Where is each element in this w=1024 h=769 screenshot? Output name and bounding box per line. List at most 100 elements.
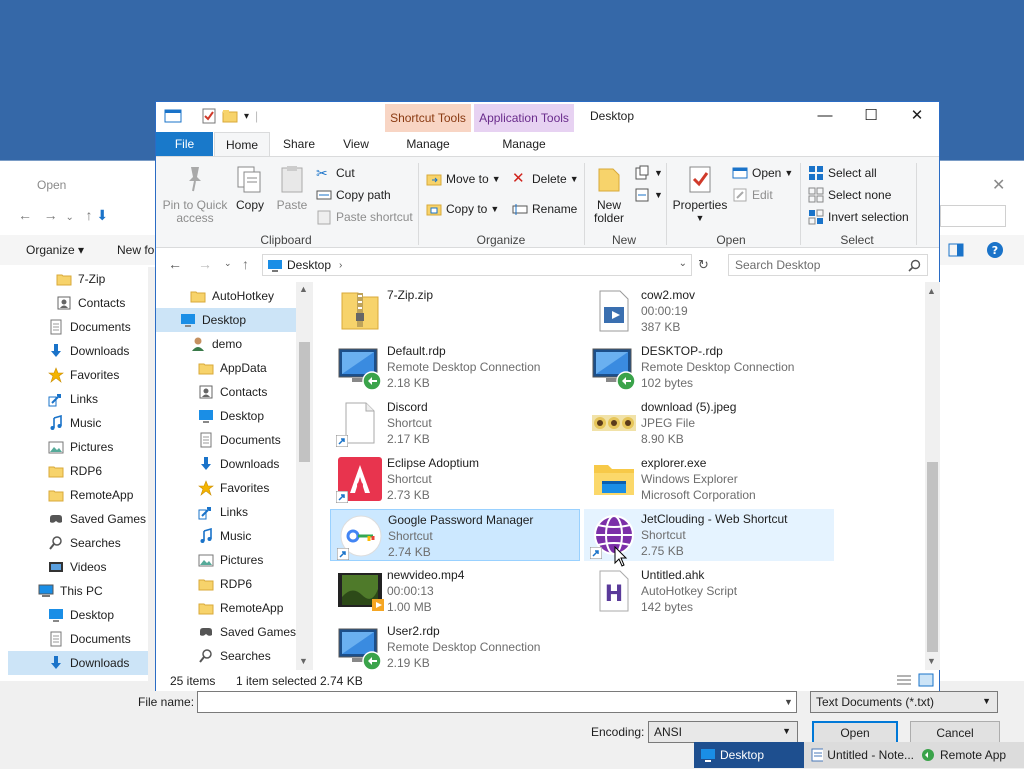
- file-tile[interactable]: H Untitled.ahk AutoHotkey Script 142 bytes: [584, 565, 834, 617]
- scroll-down-icon[interactable]: ▼: [299, 656, 308, 666]
- new-folder-button[interactable]: New folder: [590, 163, 628, 225]
- select-all-button[interactable]: Select all: [808, 165, 877, 181]
- open-nav-item[interactable]: Links: [8, 387, 98, 411]
- nav-item[interactable]: Links: [156, 500, 248, 524]
- file-tile[interactable]: Google Password Manager Shortcut 2.74 KB: [330, 509, 580, 561]
- paste-shortcut-button[interactable]: Paste shortcut: [316, 209, 413, 225]
- copy-button[interactable]: Copy: [232, 163, 268, 212]
- open-nav-item[interactable]: Searches: [8, 531, 121, 555]
- organize-button[interactable]: Organize ▾: [26, 243, 84, 257]
- chevron-down-icon[interactable]: ⌄: [679, 258, 687, 269]
- new-folder-icon[interactable]: [222, 109, 238, 123]
- tab-share[interactable]: Share: [274, 132, 324, 156]
- open-button-ribbon[interactable]: Open ▼: [732, 165, 793, 181]
- file-tile[interactable]: Discord Shortcut 2.17 KB: [330, 397, 580, 449]
- open-nav-item[interactable]: Contacts: [8, 291, 125, 315]
- nav-scrollbar[interactable]: [296, 282, 313, 670]
- taskbar-item-notepad[interactable]: Untitled - Note...: [808, 742, 914, 768]
- open-search-input[interactable]: [940, 205, 1006, 227]
- details-view-icon[interactable]: [896, 673, 912, 687]
- nav-item[interactable]: Music: [156, 524, 251, 548]
- file-tile[interactable]: newvideo.mp4 00:00:13 1.00 MB: [330, 565, 580, 617]
- edit-button[interactable]: Edit: [732, 187, 773, 203]
- qat-dropdown-icon[interactable]: ▾: [244, 111, 249, 122]
- tab-view[interactable]: View: [328, 132, 384, 156]
- nav-item[interactable]: AutoHotkey: [156, 284, 274, 308]
- chevron-down-icon[interactable]: ▼: [784, 697, 793, 707]
- tab-manage-application[interactable]: Manage: [474, 132, 574, 156]
- file-tile[interactable]: DESKTOP-.rdp Remote Desktop Connection 102…: [584, 341, 834, 393]
- properties-icon[interactable]: [202, 108, 216, 124]
- large-icons-view-icon[interactable]: [918, 673, 934, 687]
- forward-arrow-icon[interactable]: →: [198, 256, 212, 272]
- open-nav-item[interactable]: RemoteApp: [8, 483, 133, 507]
- minimize-button[interactable]: —: [802, 102, 848, 132]
- scroll-down-icon[interactable]: ▼: [927, 656, 936, 666]
- nav-item[interactable]: RDP6: [156, 572, 252, 596]
- open-nav-item[interactable]: 7-Zip: [8, 267, 105, 291]
- move-to-button[interactable]: Move to ▼: [426, 171, 501, 187]
- filetype-select[interactable]: Text Documents (*.txt) ▼: [810, 691, 998, 713]
- open-nav-item[interactable]: Saved Games: [8, 507, 146, 531]
- address-bar[interactable]: Desktop › ⌄: [262, 254, 692, 276]
- chevron-right-icon[interactable]: ›: [339, 260, 342, 271]
- nav-item[interactable]: Desktop: [156, 404, 264, 428]
- delete-button[interactable]: ✕ Delete ▼: [512, 171, 579, 187]
- file-tile[interactable]: Default.rdp Remote Desktop Connection 2.18…: [330, 341, 580, 393]
- nav-item[interactable]: Favorites: [156, 476, 269, 500]
- nav-item[interactable]: Searches: [156, 644, 271, 668]
- up-arrow-icon[interactable]: ↑: [242, 256, 249, 272]
- nav-item[interactable]: Contacts: [156, 380, 267, 404]
- nav-item[interactable]: RemoteApp: [156, 596, 283, 620]
- maximize-button[interactable]: ☐: [848, 102, 894, 132]
- file-tile[interactable]: User2.rdp Remote Desktop Connection 2.19 K…: [330, 621, 580, 670]
- cut-button[interactable]: ✂ Cut: [316, 165, 355, 181]
- nav-item[interactable]: Desktop: [156, 308, 296, 332]
- new-item-button[interactable]: ▼: [634, 165, 663, 181]
- new-folder-button[interactable]: New fo: [117, 243, 154, 257]
- nav-item[interactable]: AppData: [156, 356, 267, 380]
- nav-item[interactable]: Documents: [156, 428, 281, 452]
- file-tile[interactable]: cow2.mov 00:00:19 387 KB: [584, 285, 834, 337]
- encoding-select[interactable]: ANSI ▼: [648, 721, 798, 743]
- preview-pane-icon[interactable]: [948, 243, 964, 257]
- file-tile[interactable]: Eclipse Adoptium Shortcut 2.73 KB: [330, 453, 580, 505]
- open-nav-item[interactable]: Downloads: [8, 651, 148, 675]
- close-icon[interactable]: ✕: [992, 175, 1005, 195]
- back-arrow-icon[interactable]: ←: [168, 256, 182, 272]
- open-nav-item[interactable]: Music: [8, 411, 101, 435]
- copy-path-button[interactable]: Copy path: [316, 187, 391, 203]
- help-icon[interactable]: ?: [986, 241, 1004, 259]
- file-tile[interactable]: 7-Zip.zip: [330, 285, 580, 337]
- open-nav-item[interactable]: Downloads: [8, 339, 129, 363]
- content-scrollbar-thumb[interactable]: [927, 462, 938, 652]
- recent-chevron-icon[interactable]: ⌄: [224, 258, 232, 269]
- paste-button[interactable]: Paste: [274, 163, 310, 212]
- tab-manage-shortcut[interactable]: Manage: [385, 132, 471, 156]
- open-nav-item[interactable]: Pictures: [8, 435, 113, 459]
- up-arrow-icon[interactable]: ↑: [86, 207, 93, 223]
- scroll-up-icon[interactable]: ▲: [299, 284, 308, 294]
- invert-selection-button[interactable]: Invert selection: [808, 209, 909, 225]
- nav-item[interactable]: Downloads: [156, 452, 279, 476]
- filename-input[interactable]: [197, 691, 797, 713]
- nav-item[interactable]: demo: [156, 332, 242, 356]
- file-tile[interactable]: download (5).jpeg JPEG File 8.90 KB: [584, 397, 834, 449]
- taskbar-item-desktop[interactable]: Desktop: [694, 742, 804, 768]
- scroll-up-icon[interactable]: ▲: [927, 286, 936, 296]
- tab-file[interactable]: File: [156, 132, 213, 156]
- open-nav-item[interactable]: Documents: [8, 627, 131, 651]
- taskbar-item-remote-app[interactable]: Remote App: [918, 742, 1024, 768]
- refresh-icon[interactable]: ↻: [698, 257, 709, 273]
- nav-item[interactable]: Saved Games: [156, 620, 296, 644]
- properties-button[interactable]: Properties ▼: [670, 163, 730, 225]
- search-input[interactable]: Search Desktop: [728, 254, 928, 276]
- select-none-button[interactable]: Select none: [808, 187, 891, 203]
- open-nav-item[interactable]: Desktop: [8, 603, 114, 627]
- forward-arrow-icon[interactable]: →: [44, 207, 58, 223]
- open-nav-item[interactable]: Documents: [8, 315, 131, 339]
- close-button[interactable]: ✕: [894, 102, 940, 132]
- open-nav-item[interactable]: Favorites: [8, 363, 119, 387]
- open-nav-item[interactable]: RDP6: [8, 459, 102, 483]
- chevron-down-icon[interactable]: ⌄: [65, 212, 73, 223]
